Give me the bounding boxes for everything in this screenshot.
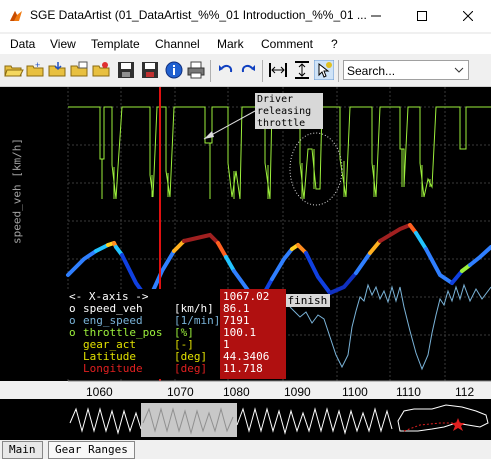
fit-vertical-icon[interactable] xyxy=(292,60,312,80)
maximize-button[interactable] xyxy=(399,0,445,32)
legend-row-unit: [deg] xyxy=(174,362,208,375)
toolbar-separator xyxy=(262,60,263,82)
toolbar-separator xyxy=(210,60,211,82)
menu-comment[interactable]: Comment xyxy=(261,37,313,51)
plot-area[interactable]: speed_veh [km/h] Driver releasing thrott… xyxy=(0,87,491,440)
menu-view[interactable]: View xyxy=(50,37,76,51)
open-layout-icon[interactable] xyxy=(92,60,112,80)
app-logo-icon xyxy=(10,11,22,21)
highlight-ellipse xyxy=(289,132,343,206)
menu-mark[interactable]: Mark xyxy=(217,37,244,51)
search-placeholder: Search... xyxy=(347,64,396,78)
x-tick-label: 1110 xyxy=(396,385,421,399)
title-bar: SGE DataArtist (01_DataArtist_%%_01 Intr… xyxy=(0,0,491,32)
cursor-tool-icon[interactable] xyxy=(314,60,334,80)
cursor-legend[interactable]: <- X-axis -> 1067.02 o speed_veh [km/h] … xyxy=(66,289,286,379)
x-tick-label: 1070 xyxy=(167,385,194,399)
minimize-icon xyxy=(371,15,381,17)
overview-strip[interactable] xyxy=(68,403,491,437)
menu-data[interactable]: Data xyxy=(10,37,35,51)
svg-text:+: + xyxy=(35,60,40,70)
window-title: SGE DataArtist (01_DataArtist_%%_01 Intr… xyxy=(30,8,367,22)
chevron-down-icon[interactable] xyxy=(452,63,466,77)
x-tick-label: 1090 xyxy=(284,385,311,399)
open-template-icon[interactable] xyxy=(70,60,90,80)
y-axis-label: speed_veh [km/h] xyxy=(10,138,24,244)
x-tick-label: 1100 xyxy=(342,385,368,399)
legend-row-value: 11.718 xyxy=(223,362,263,375)
maximize-icon xyxy=(417,11,427,21)
minimize-button[interactable] xyxy=(353,0,399,32)
overview-selection[interactable] xyxy=(141,403,237,437)
x-tick-label: 1060 xyxy=(86,385,113,399)
annotation-line: Driver xyxy=(257,94,294,105)
x-tick-label: 1080 xyxy=(223,385,250,399)
tab-main[interactable]: Main xyxy=(2,441,43,459)
annotation-box[interactable]: Driver releasing throttle xyxy=(255,93,323,129)
annotation-line: throttle xyxy=(257,118,306,129)
menu-channel[interactable]: Channel xyxy=(155,37,200,51)
close-icon xyxy=(463,11,473,21)
tab-gear-ranges[interactable]: Gear Ranges xyxy=(48,441,135,459)
undo-icon[interactable] xyxy=(216,60,236,80)
x-axis-ticks: 1060 1070 1080 1090 1100 1110 112 xyxy=(0,385,491,399)
tab-bar: Main Gear Ranges xyxy=(0,440,491,459)
legend-row-name: Longitude xyxy=(83,362,143,375)
menu-template[interactable]: Template xyxy=(91,37,140,51)
redo-icon[interactable] xyxy=(238,60,258,80)
speed-veh-trace xyxy=(66,223,491,299)
search-input[interactable]: Search... xyxy=(343,60,469,80)
import-icon[interactable] xyxy=(48,60,68,80)
close-button[interactable] xyxy=(445,0,491,32)
print-icon[interactable] xyxy=(186,60,206,80)
x-tick-label: 112 xyxy=(455,385,475,399)
legend-row-marker: o xyxy=(69,326,76,339)
save-template-icon[interactable] xyxy=(140,60,160,80)
info-icon[interactable] xyxy=(164,60,184,80)
menu-bar: Data View Template Channel Mark Comment … xyxy=(0,34,491,54)
fit-horizontal-icon[interactable] xyxy=(268,60,288,80)
menu-help[interactable]: ? xyxy=(331,37,338,51)
toolbar-separator xyxy=(338,60,339,82)
add-data-icon[interactable]: + xyxy=(26,60,46,80)
save-icon[interactable] xyxy=(116,60,136,80)
annotation-line: releasing xyxy=(257,106,312,117)
open-folder-icon[interactable] xyxy=(4,60,24,80)
